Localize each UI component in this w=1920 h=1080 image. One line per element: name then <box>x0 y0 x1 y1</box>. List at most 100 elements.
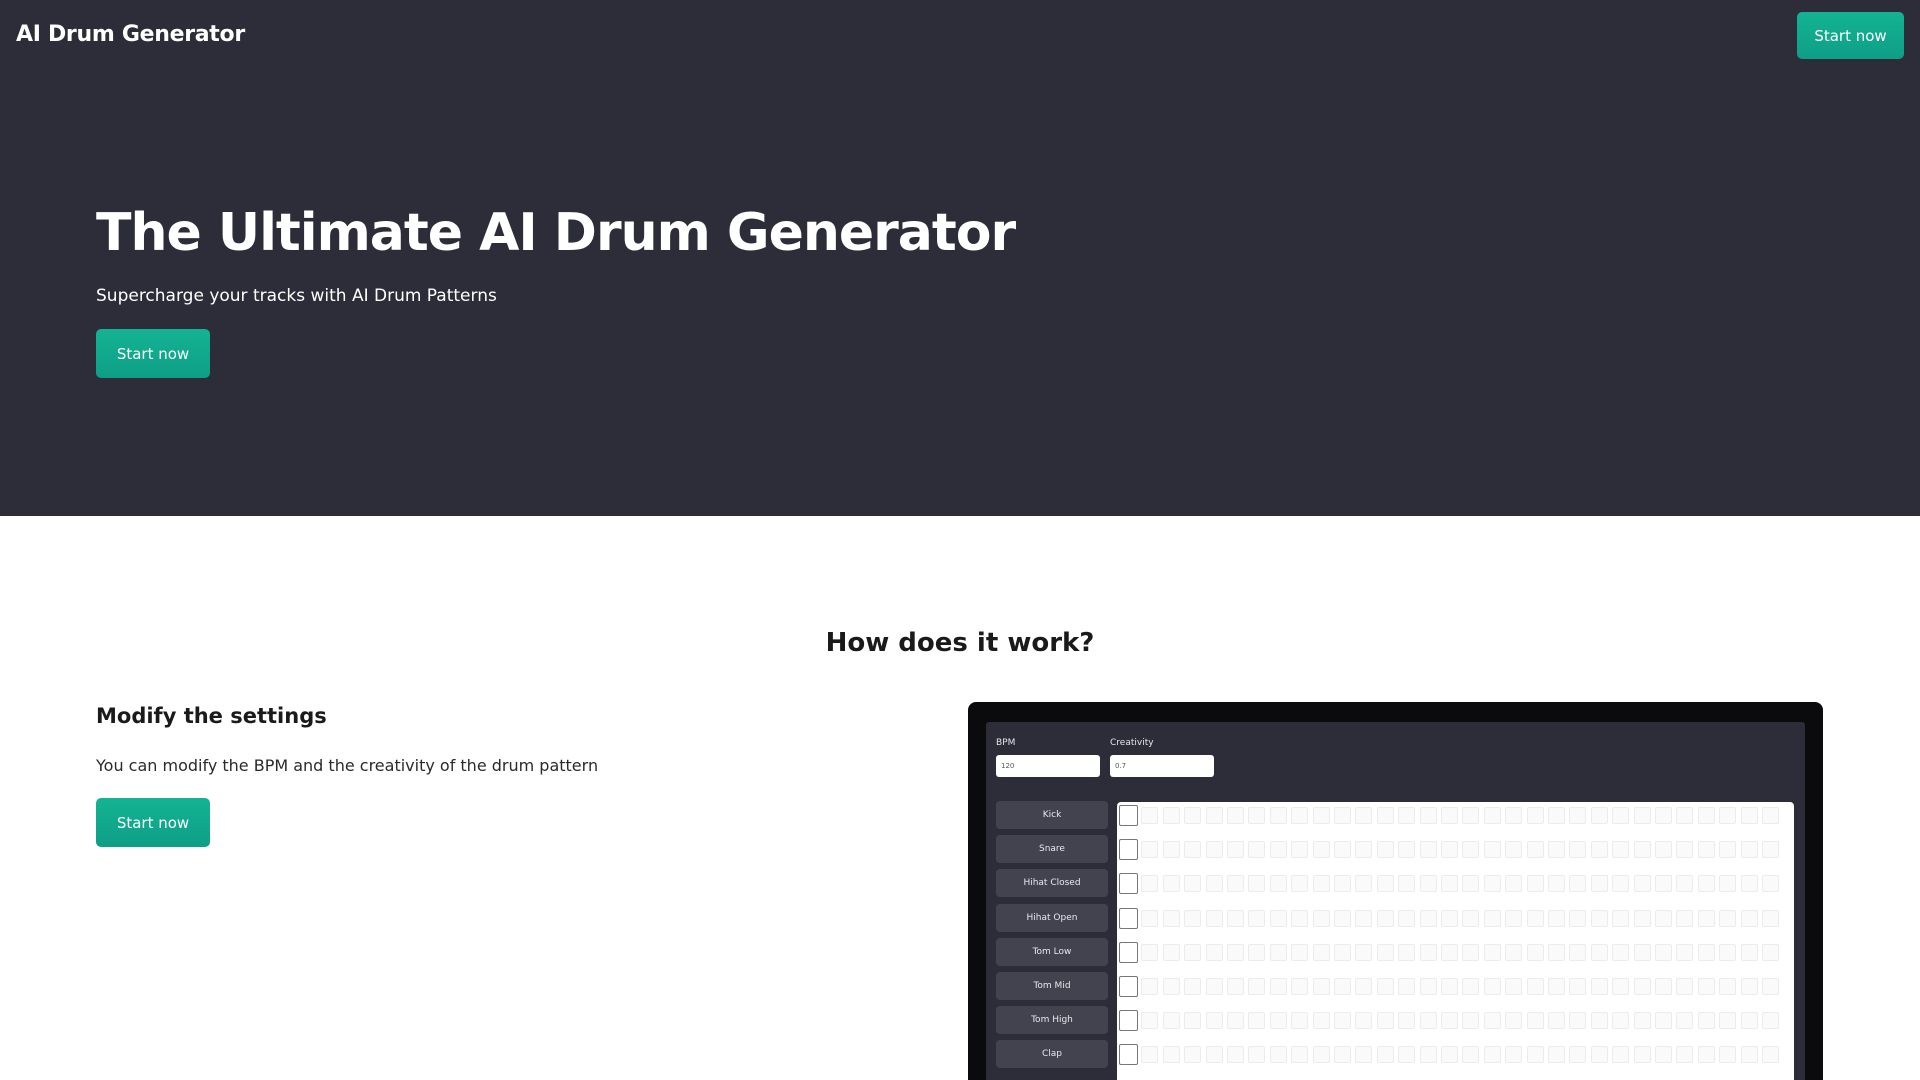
brand-logo[interactable]: AI Drum Generator <box>16 22 245 47</box>
step-cell[interactable] <box>1483 875 1501 893</box>
feature-start-now-button[interactable]: Start now <box>96 798 210 847</box>
step-cell[interactable] <box>1655 841 1672 859</box>
step-cell[interactable] <box>1505 807 1523 824</box>
step-cell[interactable] <box>1227 875 1244 893</box>
step-cell[interactable] <box>1676 978 1694 995</box>
step-cell[interactable] <box>1526 875 1544 893</box>
step-cell[interactable] <box>1441 909 1458 927</box>
step-cell[interactable] <box>1676 1046 1694 1064</box>
step-cell[interactable] <box>1162 807 1180 824</box>
step-cell[interactable] <box>1441 943 1458 961</box>
step-cell[interactable] <box>1462 807 1480 824</box>
step-cell[interactable] <box>1162 875 1180 893</box>
step-cell[interactable] <box>1355 807 1373 824</box>
step-cell[interactable] <box>1740 1046 1758 1064</box>
step-cell[interactable] <box>1719 909 1737 927</box>
step-cell[interactable] <box>1676 1012 1694 1030</box>
step-cell[interactable] <box>1569 943 1587 961</box>
step-cell[interactable] <box>1612 943 1630 961</box>
step-cell[interactable] <box>1633 1012 1651 1030</box>
step-cell[interactable] <box>1505 909 1523 927</box>
step-cell[interactable] <box>1740 909 1758 927</box>
step-cell[interactable] <box>1248 875 1266 893</box>
step-cell[interactable] <box>1398 875 1416 893</box>
step-cell[interactable] <box>1483 978 1501 995</box>
step-cell[interactable] <box>1419 1012 1437 1030</box>
step-cell[interactable] <box>1655 943 1672 961</box>
step-cell[interactable] <box>1291 1046 1309 1064</box>
step-cell[interactable] <box>1162 841 1180 859</box>
step-cell[interactable] <box>1355 943 1373 961</box>
step-cell[interactable] <box>1248 807 1266 824</box>
step-cell[interactable] <box>1398 978 1416 995</box>
step-cell[interactable] <box>1376 909 1394 927</box>
step-cell[interactable] <box>1740 1012 1758 1030</box>
step-cell[interactable] <box>1119 1010 1138 1032</box>
step-cell[interactable] <box>1398 1012 1416 1030</box>
step-cell[interactable] <box>1740 807 1758 824</box>
step-cell[interactable] <box>1269 1012 1287 1030</box>
step-cell[interactable] <box>1697 807 1715 824</box>
step-cell[interactable] <box>1355 1012 1373 1030</box>
step-cell[interactable] <box>1141 909 1159 927</box>
step-cell[interactable] <box>1719 1046 1737 1064</box>
step-cell[interactable] <box>1184 841 1202 859</box>
step-cell[interactable] <box>1419 909 1437 927</box>
step-cell[interactable] <box>1419 807 1437 824</box>
step-cell[interactable] <box>1633 1046 1651 1064</box>
track-button[interactable]: Hihat Closed <box>996 869 1108 898</box>
step-cell[interactable] <box>1119 1044 1138 1066</box>
step-cell[interactable] <box>1334 841 1351 859</box>
step-cell[interactable] <box>1590 807 1608 824</box>
step-cell[interactable] <box>1505 1046 1523 1064</box>
step-cell[interactable] <box>1269 943 1287 961</box>
hero-start-now-button[interactable]: Start now <box>96 329 210 378</box>
step-cell[interactable] <box>1291 807 1309 824</box>
step-cell[interactable] <box>1355 841 1373 859</box>
step-cell[interactable] <box>1269 1046 1287 1064</box>
step-cell[interactable] <box>1548 978 1565 995</box>
step-cell[interactable] <box>1655 807 1672 824</box>
step-cell[interactable] <box>1334 943 1351 961</box>
step-cell[interactable] <box>1398 807 1416 824</box>
step-cell[interactable] <box>1462 978 1480 995</box>
step-cell[interactable] <box>1334 978 1351 995</box>
step-cell[interactable] <box>1248 1046 1266 1064</box>
step-cell[interactable] <box>1697 1046 1715 1064</box>
step-cell[interactable] <box>1719 841 1737 859</box>
step-cell[interactable] <box>1141 875 1159 893</box>
step-cell[interactable] <box>1269 841 1287 859</box>
step-cell[interactable] <box>1483 943 1501 961</box>
step-cell[interactable] <box>1419 1046 1437 1064</box>
step-cell[interactable] <box>1141 978 1159 995</box>
step-cell[interactable] <box>1612 807 1630 824</box>
step-cell[interactable] <box>1483 1046 1501 1064</box>
step-cell[interactable] <box>1291 978 1309 995</box>
step-cell[interactable] <box>1762 978 1779 995</box>
step-cell[interactable] <box>1269 909 1287 927</box>
step-cell[interactable] <box>1269 978 1287 995</box>
step-cell[interactable] <box>1590 875 1608 893</box>
step-cell[interactable] <box>1312 807 1330 824</box>
step-cell[interactable] <box>1762 807 1779 824</box>
step-cell[interactable] <box>1462 841 1480 859</box>
step-cell[interactable] <box>1334 1046 1351 1064</box>
step-cell[interactable] <box>1248 943 1266 961</box>
step-cell[interactable] <box>1376 943 1394 961</box>
step-cell[interactable] <box>1719 978 1737 995</box>
step-cell[interactable] <box>1612 1012 1630 1030</box>
step-cell[interactable] <box>1312 875 1330 893</box>
step-cell[interactable] <box>1483 841 1501 859</box>
step-cell[interactable] <box>1141 807 1159 824</box>
step-cell[interactable] <box>1633 943 1651 961</box>
step-cell[interactable] <box>1376 1046 1394 1064</box>
step-cell[interactable] <box>1462 1012 1480 1030</box>
step-cell[interactable] <box>1569 1012 1587 1030</box>
step-cell[interactable] <box>1398 841 1416 859</box>
step-cell[interactable] <box>1312 943 1330 961</box>
track-button[interactable]: Hihat Open <box>996 903 1108 932</box>
step-cell[interactable] <box>1376 1012 1394 1030</box>
step-cell[interactable] <box>1291 841 1309 859</box>
step-cell[interactable] <box>1441 1046 1458 1064</box>
track-button[interactable]: Tom High <box>996 1006 1108 1035</box>
